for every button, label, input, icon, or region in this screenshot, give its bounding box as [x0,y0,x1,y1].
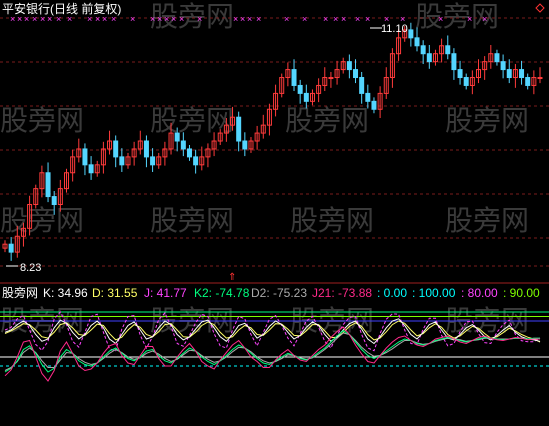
candle-down [88,164,94,174]
candle-up [537,77,543,80]
candle-down [463,77,469,86]
candle-down [113,140,119,158]
candle-down [193,156,199,166]
candle-down [346,61,352,71]
candle-down [426,53,432,63]
legend-K2: K2: -74.78 [194,286,250,300]
signal-x-marker: × [240,14,245,24]
signal-x-marker: × [482,14,487,24]
candle-down [119,156,125,166]
candle-down [150,156,156,166]
watermark-text: 股旁网 [0,104,84,137]
signal-x-marker: × [150,14,155,24]
legend-L90: : 90.00 [503,286,540,300]
candle-down [494,53,500,63]
legend-L80: : 80.00 [461,286,498,300]
watermark-text: 股旁网 [0,204,84,237]
candle-down [8,243,14,253]
legend-J: J: 41.77 [144,286,187,300]
signal-x-marker: × [247,14,252,24]
candle-down [451,53,457,71]
signal-x-marker: × [164,14,169,24]
candle-down [45,172,51,198]
signal-x-marker: × [157,14,162,24]
candle-down [445,45,451,55]
signal-x-marker: × [284,14,289,24]
indicator-name: 股旁网 [2,285,38,300]
candle-down [180,140,186,150]
watermark-text: 股旁网 [150,104,234,137]
watermark-text: 股旁网 [150,204,234,237]
signal-x-marker: × [438,14,443,24]
candle-down [500,61,506,71]
candle-down [408,29,414,39]
legend-L100: : 100.00 [412,286,456,300]
high-price-label: 11.10 [381,23,408,35]
watermark-text: 股旁网 [150,0,234,33]
candle-down [143,140,149,158]
candle-down [519,69,525,79]
signal-x-marker: × [130,14,135,24]
legend-D: D: 31.55 [92,286,138,300]
candle-down [353,69,359,79]
candle-down [186,148,192,158]
legend-J21: J21: -73.88 [312,286,372,300]
candle-down [242,140,248,150]
candle-down [420,45,426,55]
signal-x-marker: × [467,14,472,24]
candle-down [457,69,463,79]
candle-down [51,196,57,206]
signal-x-marker: × [302,14,307,24]
signal-x-marker: × [323,14,328,24]
candle-up [328,77,334,80]
candle-down [291,69,297,86]
low-price-label: 8.23 [20,262,41,274]
candle-down [303,92,309,102]
legend-L0: : 0.00 [377,286,407,300]
signal-x-marker: × [233,14,238,24]
watermark-text: 股旁网 [445,204,529,237]
legend-D2: D2: -75.23 [251,286,307,300]
candle-down [365,92,371,102]
candle-down [174,132,180,142]
candle-down [297,84,303,94]
candle-down [371,100,377,110]
signal-x-marker: × [171,14,176,24]
signal-x-marker: × [333,14,338,24]
signal-x-marker: × [179,14,184,24]
signal-x-marker: × [197,14,202,24]
watermark-text: 股旁网 [285,104,369,137]
candle-down [236,116,242,142]
chart-title: 平安银行(日线 前复权) [2,1,121,16]
watermark-text: 股旁网 [290,204,374,237]
signal-x-marker: × [256,14,261,24]
candle-down [82,148,88,166]
candle-down [525,77,531,86]
candle-down [414,37,420,47]
signal-x-marker: × [341,14,346,24]
stock-chart: 股旁网 股旁网 股旁网 股旁网 股旁网 股旁网 股旁网 股旁网 股旁网 股旁网 … [0,0,549,426]
candle-down [506,69,512,79]
signal-arrow-icon: ⇑ [228,272,236,283]
signal-x-marker: × [355,14,360,24]
watermark-text: 股旁网 [445,104,529,137]
signal-x-marker: × [365,14,370,24]
candle-down [359,77,365,94]
legend-K: K: 34.96 [43,286,88,300]
